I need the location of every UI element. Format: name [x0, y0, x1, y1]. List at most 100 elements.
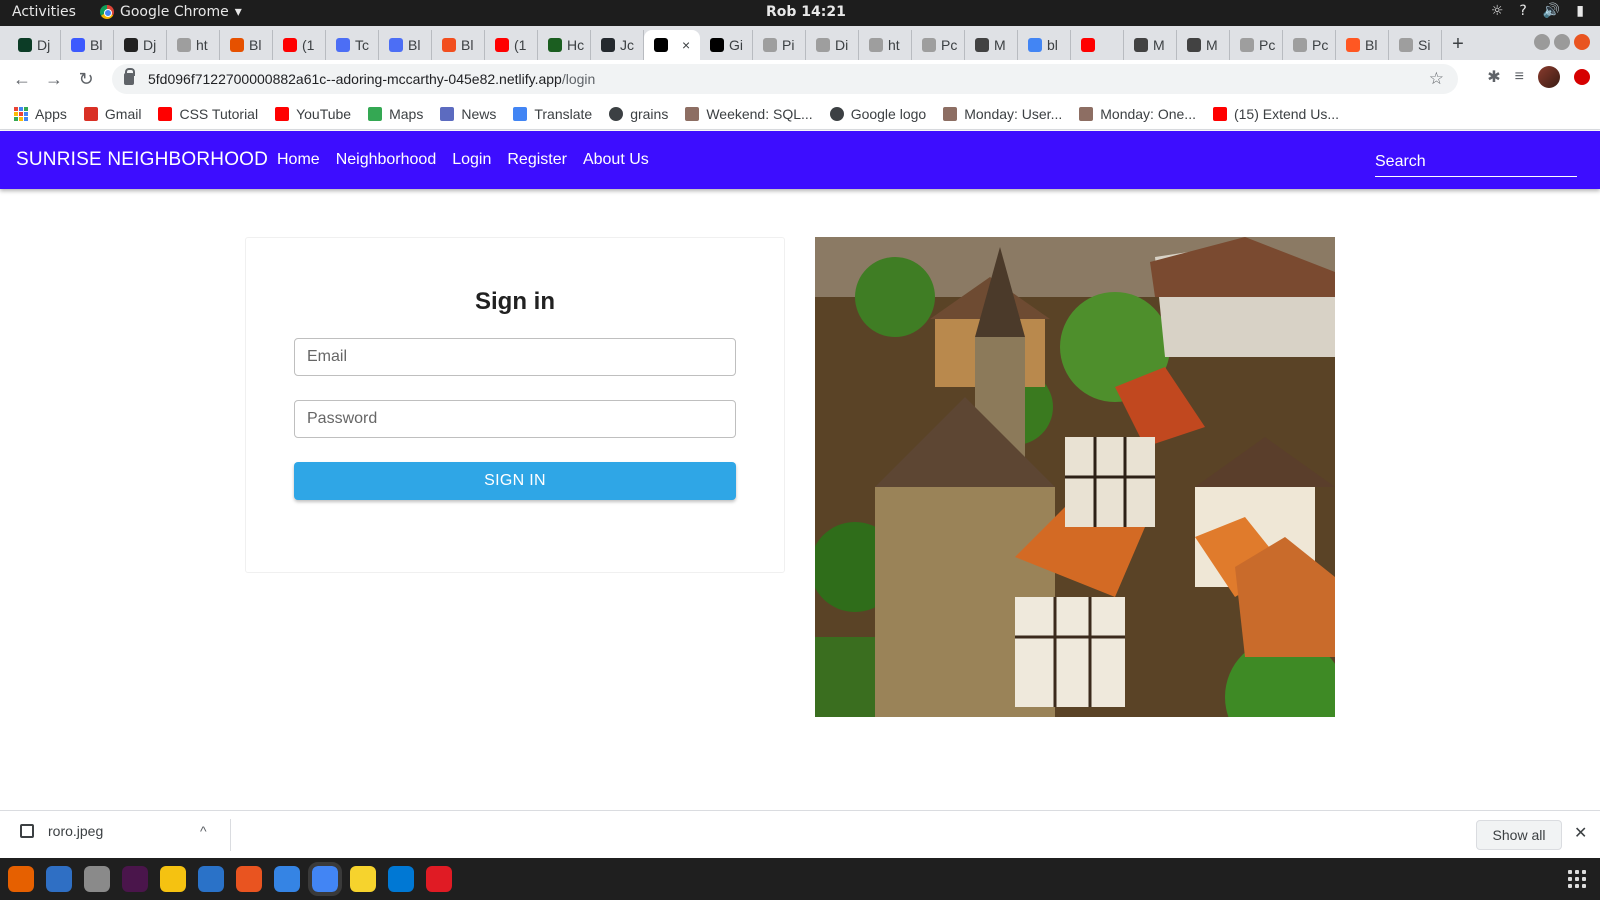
- libreoffice-writer-icon[interactable]: [198, 866, 224, 892]
- bookmark-item[interactable]: YouTube: [275, 106, 351, 122]
- tab[interactable]: M: [1177, 30, 1230, 60]
- divider: [230, 819, 231, 851]
- tab[interactable]: Dj: [8, 30, 61, 60]
- tab[interactable]: Pc: [912, 30, 965, 60]
- tab[interactable]: Si: [1389, 30, 1442, 60]
- volume-icon[interactable]: 🔊: [1543, 3, 1560, 19]
- text-editor-icon[interactable]: [350, 866, 376, 892]
- tab-strip: Dj Bl Dj ht Bl (1 Tc Bl Bl (1 Hc Jc × Gi Pi Di ht Pc Mbl M M…: [0, 26, 1600, 60]
- sign-in-card: Sign in SIGN IN: [245, 237, 785, 573]
- bookmark-item[interactable]: Apps: [14, 106, 67, 122]
- activities-button[interactable]: Activities: [12, 4, 76, 20]
- nav-link-login[interactable]: Login: [452, 151, 491, 169]
- tab[interactable]: [1071, 30, 1124, 60]
- tab[interactable]: Gi: [700, 30, 753, 60]
- show-all-button[interactable]: Show all: [1476, 820, 1562, 850]
- bookmark-item[interactable]: Monday: User...: [943, 106, 1062, 122]
- tab[interactable]: Di: [806, 30, 859, 60]
- search-input[interactable]: [1375, 147, 1577, 177]
- bookmark-item[interactable]: Google logo: [829, 106, 926, 122]
- tab[interactable]: (1: [273, 30, 326, 60]
- tab[interactable]: Hc: [538, 30, 591, 60]
- vscode-icon[interactable]: [388, 866, 414, 892]
- tab[interactable]: Bl: [432, 30, 485, 60]
- tab[interactable]: Bl: [61, 30, 114, 60]
- tab[interactable]: M: [1124, 30, 1177, 60]
- tab[interactable]: Bl: [220, 30, 273, 60]
- tab[interactable]: Tc: [326, 30, 379, 60]
- clock[interactable]: Rob 14:21: [766, 4, 846, 20]
- app-menu[interactable]: Google Chrome ▾: [100, 4, 242, 20]
- help-icon[interactable]: ?: [1519, 3, 1526, 19]
- document-viewer-icon[interactable]: [426, 866, 452, 892]
- extension-badge-icon[interactable]: [1574, 69, 1590, 85]
- slack-icon[interactable]: [122, 866, 148, 892]
- tab[interactable]: Bl: [379, 30, 432, 60]
- bookmark-label: Translate: [534, 105, 593, 122]
- tab-active[interactable]: ×: [644, 30, 700, 60]
- show-applications-icon[interactable]: [1568, 870, 1586, 888]
- bookmark-label: grains: [630, 105, 669, 122]
- tab[interactable]: M: [965, 30, 1018, 60]
- reload-button[interactable]: ↻: [70, 69, 102, 90]
- nav-link-register[interactable]: Register: [507, 151, 567, 169]
- rhythmbox-icon[interactable]: [160, 866, 186, 892]
- help-icon[interactable]: [274, 866, 300, 892]
- tab[interactable]: ht: [859, 30, 912, 60]
- nav-link-neighborhood[interactable]: Neighborhood: [336, 151, 437, 169]
- bookmark-label: Apps: [35, 105, 67, 122]
- tab-title: Dj: [37, 37, 51, 53]
- forward-button[interactable]: →: [38, 69, 70, 90]
- files-icon[interactable]: [84, 866, 110, 892]
- extensions-icon[interactable]: ✱: [1487, 67, 1500, 87]
- thunderbird-icon[interactable]: [46, 866, 72, 892]
- bookmark-item[interactable]: grains: [609, 106, 668, 122]
- tab[interactable]: (1: [485, 30, 538, 60]
- lock-icon[interactable]: [124, 68, 135, 85]
- system-tray[interactable]: ☼? 🔊 ▮: [1491, 3, 1584, 19]
- tab[interactable]: Jc: [591, 30, 644, 60]
- system-top-bar: Activities Google Chrome ▾ Rob 14:21 ☼? 🔊…: [0, 0, 1600, 26]
- tab[interactable]: Pc: [1283, 30, 1336, 60]
- address-bar[interactable]: 5fd096f7122700000882a61c--adoring-mccart…: [112, 64, 1458, 94]
- tab[interactable]: ht: [167, 30, 220, 60]
- tab[interactable]: Pc: [1230, 30, 1283, 60]
- nav-link-home[interactable]: Home: [277, 151, 320, 169]
- media-control-icon[interactable]: ≡: [1515, 68, 1524, 86]
- minimize-button[interactable]: [1534, 34, 1550, 50]
- tab[interactable]: Pi: [753, 30, 806, 60]
- back-button[interactable]: ←: [6, 69, 38, 90]
- bookmark-item[interactable]: News: [440, 106, 496, 122]
- bookmark-item[interactable]: CSS Tutorial: [158, 106, 258, 122]
- close-tab-icon[interactable]: ×: [682, 37, 690, 53]
- tab[interactable]: Dj: [114, 30, 167, 60]
- bookmark-item[interactable]: Maps: [368, 106, 423, 122]
- site-brand[interactable]: SUNRISE NEIGHBORHOOD: [16, 149, 268, 171]
- tab[interactable]: bl: [1018, 30, 1071, 60]
- bookmark-item[interactable]: Monday: One...: [1079, 106, 1196, 122]
- favicon-icon: [71, 38, 85, 52]
- chevron-up-icon[interactable]: ^: [200, 823, 207, 839]
- profile-avatar[interactable]: [1538, 66, 1560, 88]
- password-field[interactable]: [294, 400, 736, 438]
- bookmark-star-icon[interactable]: ☆: [1429, 69, 1444, 89]
- bookmark-item[interactable]: Translate: [513, 106, 592, 122]
- bookmark-item[interactable]: Weekend: SQL...: [685, 106, 813, 122]
- battery-icon[interactable]: ▮: [1576, 3, 1584, 19]
- sign-in-button[interactable]: SIGN IN: [294, 462, 736, 500]
- nav-link-about-us[interactable]: About Us: [583, 151, 649, 169]
- download-item[interactable]: roro.jpeg: [20, 823, 103, 839]
- close-icon[interactable]: ✕: [1574, 823, 1587, 843]
- bookmark-item[interactable]: Gmail: [83, 106, 141, 122]
- email-field[interactable]: [294, 338, 736, 376]
- software-icon[interactable]: [236, 866, 262, 892]
- firefox-icon[interactable]: [8, 866, 34, 892]
- tab[interactable]: Bl: [1336, 30, 1389, 60]
- bookmark-item[interactable]: (15) Extend Us...: [1212, 106, 1339, 122]
- weather-icon[interactable]: ☼: [1491, 3, 1504, 19]
- translate-icon: [513, 106, 528, 121]
- new-tab-button[interactable]: +: [1442, 30, 1474, 60]
- maximize-button[interactable]: [1554, 34, 1570, 50]
- chrome-icon[interactable]: [308, 862, 342, 896]
- close-window-button[interactable]: [1574, 34, 1590, 50]
